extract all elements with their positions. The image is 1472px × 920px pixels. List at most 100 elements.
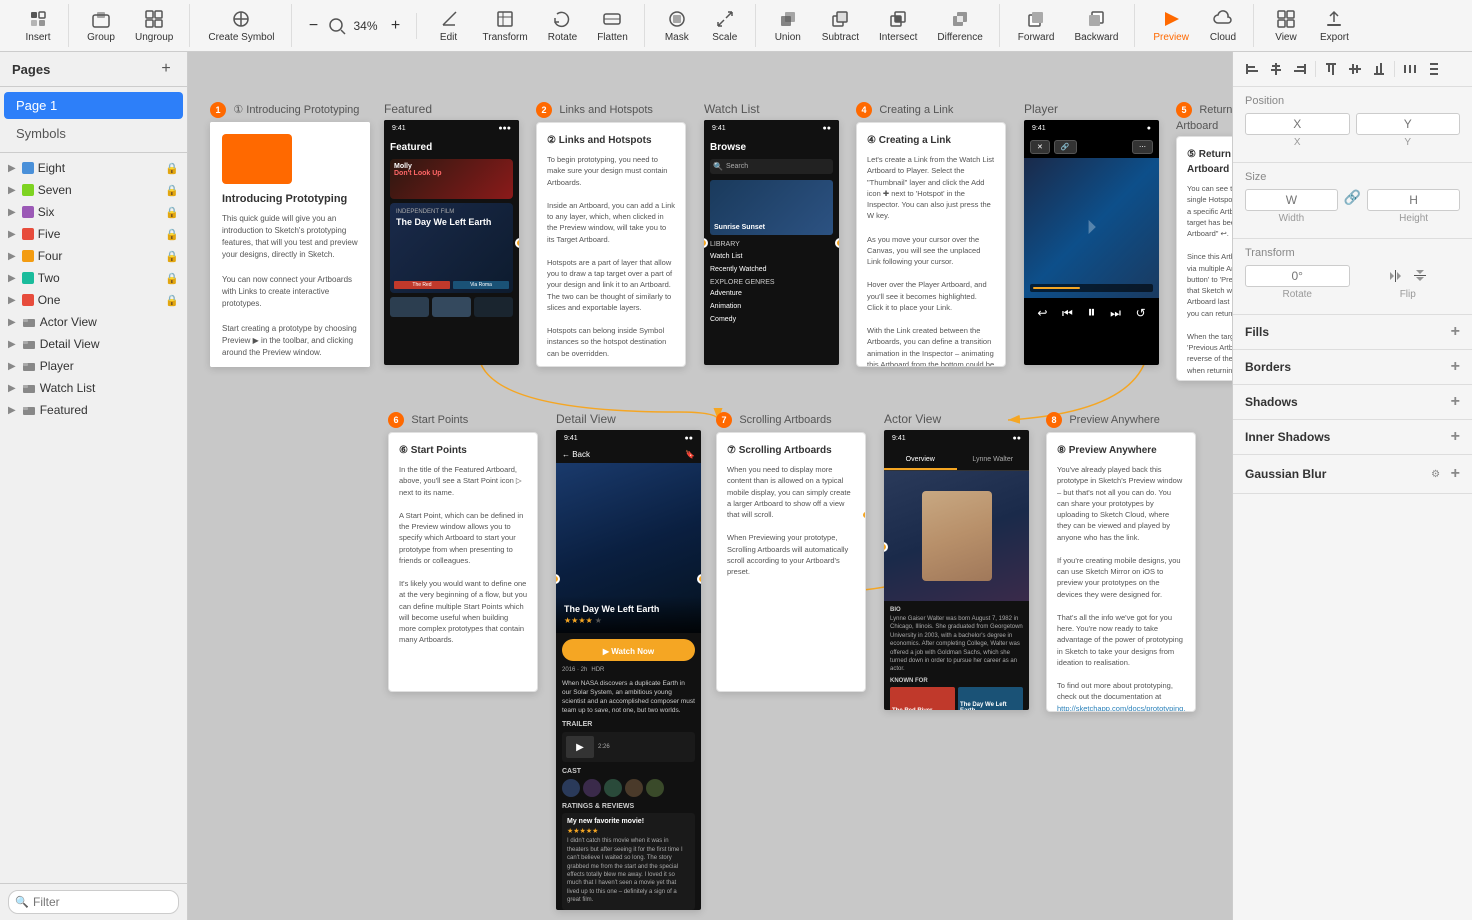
forward-button[interactable]: Forward [1010,4,1063,47]
difference-button[interactable]: Difference [929,4,990,47]
width-input[interactable] [1245,189,1338,211]
flatten-button[interactable]: Flatten [589,4,636,47]
align-left-button[interactable] [1241,58,1263,80]
union-button[interactable]: Union [766,4,810,47]
layer-label: Four [38,249,63,263]
align-right-button[interactable] [1289,58,1311,80]
dist-h-button[interactable] [1399,58,1421,80]
group-button[interactable]: Group [79,4,123,47]
layer-item-six[interactable]: ▶ Six 🔒 [0,201,187,223]
featured-artboard[interactable]: 9:41 ●●● Featured Molly Don't Look Up IN… [384,120,519,365]
layer-item-four[interactable]: ▶ Four 🔒 [0,245,187,267]
gaussian-blur-header[interactable]: Gaussian Blur ⚙ + [1245,463,1460,485]
gaussian-blur-add-icon[interactable]: + [1451,465,1460,483]
shadows-header[interactable]: Shadows + [1245,393,1460,411]
preview-button[interactable]: Preview [1145,4,1197,47]
layer-label: Player [40,359,74,373]
rotate-label: Rotate [1245,289,1350,300]
layer-item-seven[interactable]: ▶ Seven 🔒 [0,179,187,201]
zoom-out-button[interactable]: − [302,13,326,39]
featured-artboard-label: Featured [384,102,519,116]
scale-button[interactable]: Scale [703,4,747,47]
layer-item-eight[interactable]: ▶ Eight 🔒 [0,157,187,179]
flip-label: Flip [1356,289,1461,300]
scrolling-annotation[interactable]: ⑦ Scrolling Artboards When you need to d… [716,432,866,692]
inner-shadows-header[interactable]: Inner Shadows + [1245,428,1460,446]
page-item-page1[interactable]: Page 1 [4,92,183,119]
actor-view-container: Actor View 9:41 ●● Overview Lynne Walter [884,412,1029,710]
intro-artboard[interactable]: Introducing Prototyping This quick guide… [210,122,370,367]
lock-icon: 🔒 [165,206,179,219]
subtract-button[interactable]: Subtract [814,4,867,47]
folder-icon [22,315,36,329]
intersect-button[interactable]: Intersect [871,4,925,47]
transform-button[interactable]: Transform [475,4,536,47]
lock-icon: 🔒 [165,272,179,285]
expand-arrow: ▶ [8,185,16,196]
layer-item-five[interactable]: ▶ Five 🔒 [0,223,187,245]
player-artboard[interactable]: 9:41 ● ✕ 🔗 ⋯ ⏵ [1024,120,1159,365]
actor-view-artboard[interactable]: 9:41 ●● Overview Lynne Walter [884,430,1029,710]
layer-item-watch-list[interactable]: ▶ Watch List [0,377,187,399]
layer-item-two[interactable]: ▶ Two 🔒 [0,267,187,289]
expand-arrow: ▶ [8,317,16,328]
cloud-button[interactable]: Cloud [1201,4,1245,47]
links-annotation[interactable]: ② Links and Hotspots To begin prototypin… [536,122,686,367]
edit-button[interactable]: Edit [427,4,471,47]
add-page-button[interactable]: + [157,60,175,78]
borders-header[interactable]: Borders + [1245,358,1460,376]
align-top-button[interactable] [1320,58,1342,80]
sidebar: Pages + Page 1 Symbols ▶ Eight 🔒 ▶ Seven… [0,52,188,920]
y-input[interactable] [1356,113,1461,135]
ungroup-button[interactable]: Ungroup [127,4,181,47]
layer-item-one[interactable]: ▶ One 🔒 [0,289,187,311]
layer-item-detail-view[interactable]: ▶ Detail View [0,333,187,355]
mask-button[interactable]: Mask [655,4,699,47]
page-item-symbols[interactable]: Symbols [4,120,183,147]
insert-button[interactable]: Insert [16,4,60,47]
folder-icon [22,359,36,373]
layer-label: Two [38,271,60,285]
create-symbol-button[interactable]: Create Symbol [200,4,282,47]
zoom-icon[interactable] [326,15,348,37]
preview-anywhere-annotation[interactable]: ⑧ Preview Anywhere You've already played… [1046,432,1196,712]
borders-add-icon[interactable]: + [1451,358,1460,376]
position-section: Position X Y [1233,87,1472,163]
featured-artboard-container: Featured 9:41 ●●● Featured Molly Don't L… [384,102,519,365]
zoom-in-button[interactable]: + [384,13,408,39]
gaussian-blur-options[interactable]: ⚙ [1425,463,1447,485]
canvas[interactable]: 1 ① Introducing Prototyping Introducing … [188,52,1232,920]
flip-h-button[interactable] [1385,265,1407,287]
layer-item-featured[interactable]: ▶ Featured [0,399,187,421]
fills-add-icon[interactable]: + [1451,323,1460,341]
player-artboard-container: Player 9:41 ● ✕ 🔗 ⋯ ⏵ [1024,102,1159,365]
lock-icon: 🔒 [165,294,179,307]
actor-view-label: Actor View [884,412,1029,426]
start-points-annotation[interactable]: ⑥ Start Points In the title of the Featu… [388,432,538,692]
x-input[interactable] [1245,113,1350,135]
view-button[interactable]: View [1264,4,1308,47]
flip-v-button[interactable] [1409,265,1431,287]
rotate-input[interactable] [1245,265,1350,287]
filter-input[interactable] [8,890,179,914]
watchlist-artboard[interactable]: 9:41 ●● Browse 🔍 Search Sunrise Sunset L… [704,120,839,365]
backward-button[interactable]: Backward [1066,4,1126,47]
lock-icon: 🔒 [165,184,179,197]
creating-link-annotation[interactable]: ④ Creating a Link Let's create a Link fr… [856,122,1006,367]
rotate-button[interactable]: Rotate [540,4,585,47]
height-input[interactable] [1367,189,1460,211]
fills-header[interactable]: Fills + [1245,323,1460,341]
align-middle-button[interactable] [1344,58,1366,80]
intro-artboard-container: 1 ① Introducing Prototyping Introducing … [210,102,370,367]
inner-shadows-add-icon[interactable]: + [1451,428,1460,446]
layer-item-actor-view[interactable]: ▶ Actor View [0,311,187,333]
layer-item-player[interactable]: ▶ Player [0,355,187,377]
return-annotation[interactable]: ⑤ Return to Previous Artboard You can se… [1176,136,1232,381]
dist-v-button[interactable] [1423,58,1445,80]
align-center-h-button[interactable] [1265,58,1287,80]
export-button[interactable]: Export [1312,4,1357,47]
detail-view-artboard[interactable]: 9:41 ●● ← Back 🔖 The Day We Left Earth ★… [556,430,701,910]
align-bottom-button[interactable] [1368,58,1390,80]
shadows-add-icon[interactable]: + [1451,393,1460,411]
size-link-icon[interactable]: 🔗 [1344,189,1361,224]
